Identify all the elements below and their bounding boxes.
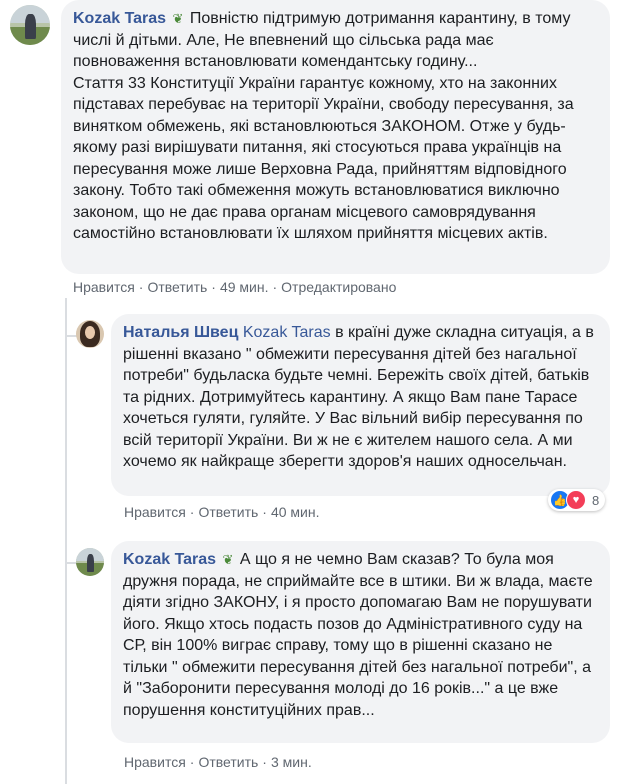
sprout-icon: ❦ [222,552,234,567]
sprout-icon: ❦ [172,11,184,26]
comment-author[interactable]: Kozak Taras [123,551,216,568]
comment-actions: Нравится · Ответить · 3 мин. [124,754,312,770]
reactions-summary[interactable]: 👍 ♥ 8 [548,489,606,511]
timestamp[interactable]: 3 мин. [271,754,312,770]
comment-bubble: Kozak Taras ❦ Повністю підтримую дотрима… [61,0,610,274]
like-link[interactable]: Нравится [124,754,186,770]
comment-actions: Нравится · Ответить · 40 мин. [124,504,320,520]
avatar[interactable] [76,320,104,348]
love-icon: ♥ [566,490,586,510]
comment-author[interactable]: Kozak Taras [73,10,166,27]
comment-bubble: Kozak Taras ❦ А що я не чемно Вам сказав… [111,541,610,743]
avatar[interactable] [10,5,50,45]
timestamp[interactable]: 49 мин. [220,279,269,295]
reply-thread-line [65,298,67,784]
edited-label[interactable]: Отредактировано [281,279,396,295]
avatar[interactable] [76,548,104,576]
reply-link[interactable]: Ответить [198,504,258,520]
comment-author[interactable]: Наталья Швец [123,324,238,341]
comment-text: Стаття 33 Конституції України гарантує к… [73,74,574,243]
comment-text: в країні дуже складна ситуація, а в ріше… [123,324,594,470]
reply-link[interactable]: Ответить [198,754,258,770]
comment-text: А що я не чемно Вам сказав? То була моя … [123,551,593,719]
reply-link[interactable]: Ответить [147,279,207,295]
like-link[interactable]: Нравится [124,504,186,520]
mention-link[interactable]: Kozak Taras [243,324,331,341]
timestamp[interactable]: 40 мин. [271,504,320,520]
comment-actions: Нравится · Ответить · 49 мин. · Отредактирован… [73,279,397,295]
reaction-count: 8 [592,492,600,508]
comment-bubble: Наталья Швец Kozak Taras в країні дуже с… [111,314,610,496]
like-link[interactable]: Нравится [73,279,135,295]
